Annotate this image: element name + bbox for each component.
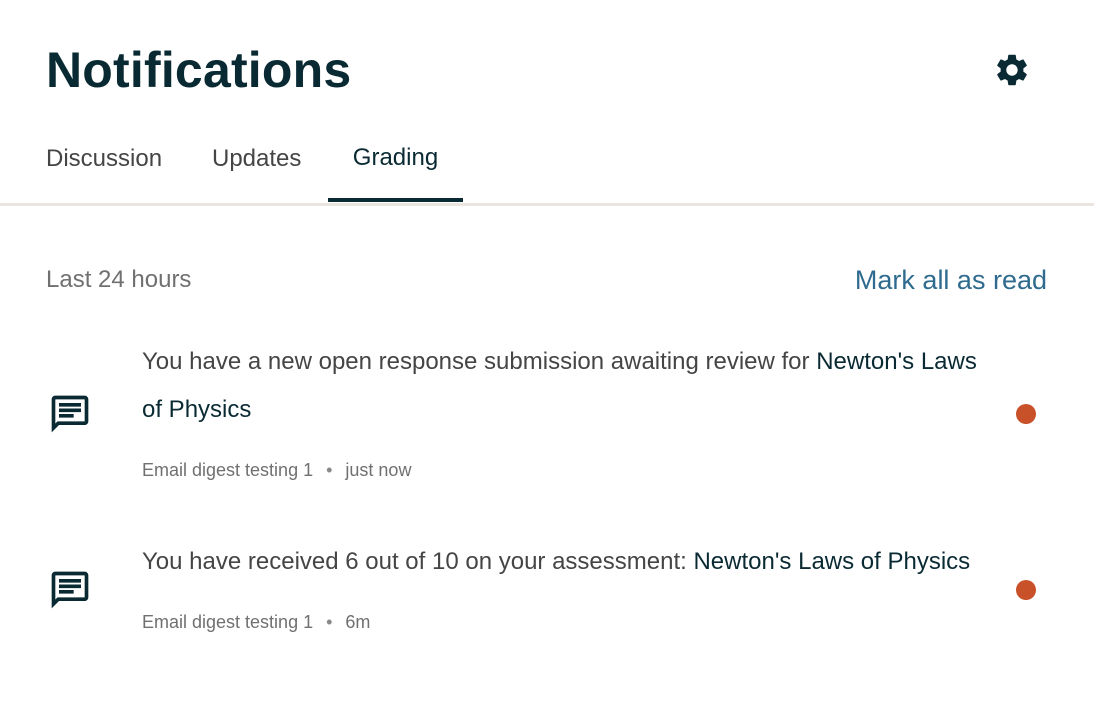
notification-text: You have received 6 out of 10 on your as… bbox=[142, 548, 694, 575]
mark-all-as-read-button[interactable]: Mark all as read bbox=[855, 264, 1047, 296]
tab-updates[interactable]: Updates bbox=[212, 130, 306, 202]
notification-time: just now bbox=[345, 460, 412, 480]
meta-separator: • bbox=[326, 612, 333, 632]
tab-discussion[interactable]: Discussion bbox=[46, 130, 166, 202]
page-title: Notifications bbox=[46, 42, 352, 98]
notification-meta: Email digest testing 1 • 6m bbox=[142, 610, 370, 634]
gear-icon bbox=[997, 54, 1027, 86]
notification-item[interactable]: You have a new open response submission … bbox=[0, 338, 1094, 488]
unread-indicator bbox=[1016, 580, 1036, 600]
notification-tabs: Discussion Updates Grading bbox=[0, 130, 1094, 206]
notification-item[interactable]: You have received 6 out of 10 on your as… bbox=[0, 538, 1094, 648]
notification-source: Email digest testing 1 bbox=[142, 612, 314, 632]
meta-separator: • bbox=[326, 460, 333, 480]
notification-message: You have a new open response submission … bbox=[142, 338, 992, 434]
notification-source: Email digest testing 1 bbox=[142, 460, 314, 480]
notification-text: You have a new open response submission … bbox=[142, 348, 817, 375]
section-label: Last 24 hours bbox=[46, 266, 192, 293]
chat-icon bbox=[48, 568, 92, 612]
notifications-header: Notifications bbox=[0, 0, 1094, 140]
notification-course-link[interactable]: Newton's Laws of Physics bbox=[693, 548, 970, 575]
tab-grading[interactable]: Grading bbox=[328, 130, 463, 202]
settings-button[interactable] bbox=[990, 48, 1034, 92]
notification-message: You have received 6 out of 10 on your as… bbox=[142, 538, 1012, 586]
chat-icon bbox=[48, 392, 92, 436]
notification-meta: Email digest testing 1 • just now bbox=[142, 458, 411, 482]
notification-time: 6m bbox=[345, 612, 371, 632]
unread-indicator bbox=[1016, 404, 1036, 424]
